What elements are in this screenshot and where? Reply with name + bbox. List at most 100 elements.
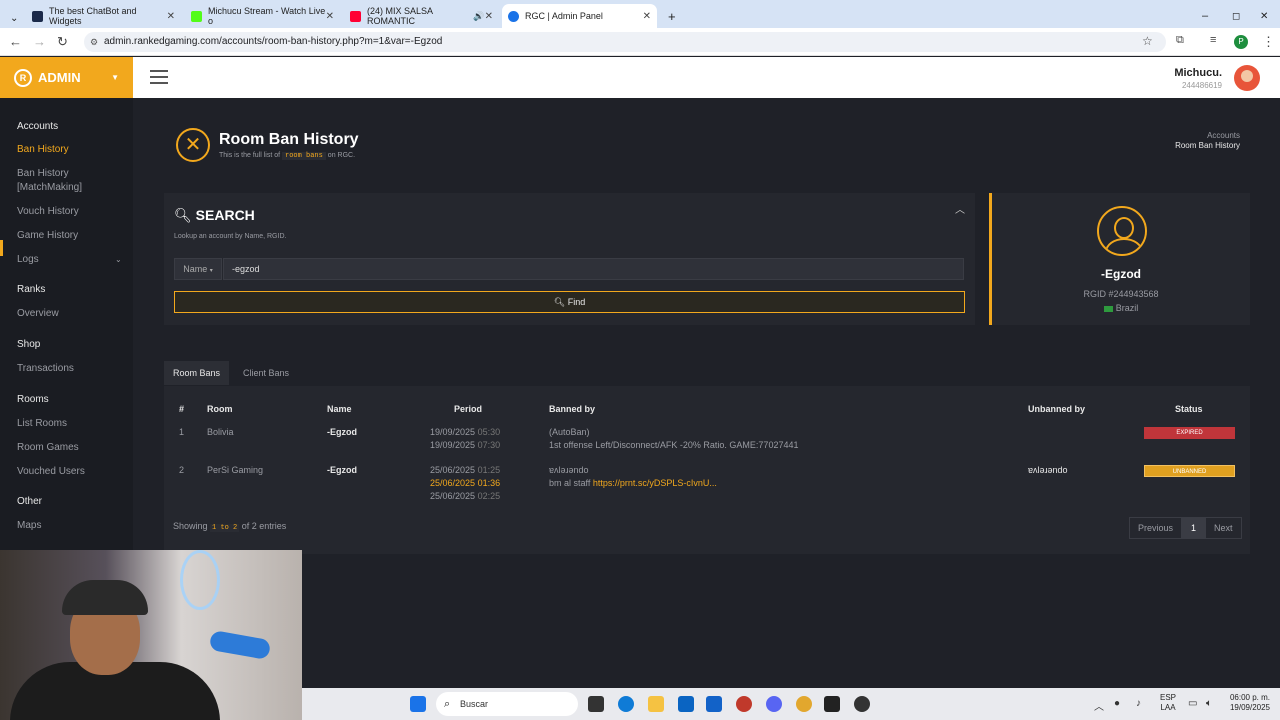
- tab-room-bans[interactable]: Room Bans: [164, 361, 230, 385]
- column-header-period[interactable]: Period: [454, 404, 482, 414]
- profile-avatar-icon[interactable]: P: [1234, 35, 1248, 49]
- column-header-status[interactable]: Status: [1175, 404, 1203, 414]
- sidebar-section-shop: Shop: [17, 339, 41, 350]
- close-icon[interactable]: ✕: [326, 11, 334, 22]
- cell-period: 25/06/2025 01:25 25/06/2025 01:36 25/06/…: [430, 464, 500, 503]
- breadcrumb-item-accounts[interactable]: Accounts: [1175, 131, 1240, 141]
- subtitle-code: room bans: [282, 152, 326, 160]
- period-end: 19/09/2025 07:30: [430, 439, 500, 452]
- browser-tab-chatbot[interactable]: The best ChatBot and Widgets ✕: [26, 4, 181, 28]
- tab-title: Michucu Stream - Watch Live o: [208, 6, 326, 26]
- outlook-icon[interactable]: [678, 696, 694, 712]
- reload-icon[interactable]: ↻: [57, 34, 68, 50]
- column-header-banned-by[interactable]: Banned by: [549, 404, 595, 414]
- search-panel: 🔍︎ SEARCH Lookup an account by Name, RGI…: [164, 193, 975, 325]
- browser-tab-admin[interactable]: RGC | Admin Panel ✕: [502, 4, 657, 28]
- sidebar-item-maps[interactable]: Maps: [17, 519, 41, 533]
- file-explorer-icon[interactable]: [648, 696, 664, 712]
- close-icon[interactable]: ✕: [643, 11, 651, 22]
- game-icon[interactable]: [824, 696, 840, 712]
- obs-icon[interactable]: [854, 696, 870, 712]
- kebab-menu-icon[interactable]: ⋮: [1262, 34, 1275, 50]
- cell-room: PerSi Gaming: [207, 465, 264, 475]
- discord-icon[interactable]: [766, 696, 782, 712]
- maximize-icon[interactable]: ◻: [1226, 4, 1246, 28]
- next-page-button[interactable]: Next: [1205, 517, 1242, 539]
- sidebar-item-overview[interactable]: Overview: [17, 307, 59, 321]
- chevron-up-icon[interactable]: ︿: [1094, 698, 1104, 713]
- window-close-icon[interactable]: ✕: [1254, 4, 1274, 28]
- forward-arrow-icon[interactable]: →: [33, 34, 46, 49]
- tab-client-bans[interactable]: Client Bans: [234, 361, 298, 385]
- chrome-icon[interactable]: [796, 696, 812, 712]
- close-icon[interactable]: ✕: [167, 11, 175, 22]
- column-header-room[interactable]: Room: [207, 404, 233, 414]
- search-title: 🔍︎ SEARCH: [174, 207, 255, 224]
- task-view-icon[interactable]: [588, 696, 604, 712]
- dropdown-label: Name: [183, 264, 208, 274]
- windows-start-icon[interactable]: [410, 696, 426, 712]
- search-input[interactable]: -egzod: [223, 258, 964, 280]
- media-control-icon[interactable]: ≡: [1210, 34, 1216, 46]
- entries-text: Showing: [173, 521, 208, 531]
- sidebar-item-logs[interactable]: Logs: [17, 253, 39, 267]
- chevron-down-icon[interactable]: ⌄: [115, 253, 122, 267]
- search-field-type-dropdown[interactable]: Name ▾: [174, 258, 222, 280]
- chatbot-favicon-icon: [32, 10, 43, 22]
- column-header-number[interactable]: #: [179, 404, 184, 414]
- sidebar-section-ranks: Ranks: [17, 284, 46, 295]
- app-icon[interactable]: [736, 696, 752, 712]
- extensions-puzzle-icon[interactable]: ⧉: [1176, 34, 1184, 47]
- sidebar-item-ban-history-matchmaking[interactable]: Ban History [MatchMaking]: [17, 167, 97, 195]
- previous-page-button[interactable]: Previous: [1129, 517, 1183, 539]
- column-header-name[interactable]: Name: [327, 404, 352, 414]
- sidebar-item-ban-history[interactable]: Ban History: [17, 143, 69, 157]
- sidebar-item-vouch-history[interactable]: Vouch History: [17, 205, 79, 219]
- tab-list-dropdown[interactable]: ⌄: [4, 6, 24, 30]
- volume-icon[interactable]: 🔈︎: [1206, 698, 1212, 709]
- language-code: ESP: [1160, 693, 1177, 702]
- cell-player-name[interactable]: -Egzod: [327, 426, 357, 439]
- ban-reason: 1st offense Left/Disconnect/AFK -20% Rat…: [549, 440, 799, 450]
- bookmark-star-icon[interactable]: ☆: [1142, 34, 1153, 48]
- page-1-button[interactable]: 1: [1182, 517, 1206, 539]
- audio-playing-icon[interactable]: 🔊: [473, 11, 484, 22]
- close-icon[interactable]: ✕: [485, 11, 493, 22]
- profile-rgid: RGID #244943568: [1083, 289, 1159, 299]
- sidebar-section-other: Other: [17, 496, 43, 507]
- browser-tab-youtube[interactable]: (24) MIX SALSA ROMANTIC 🔊 ✕: [344, 4, 499, 28]
- site-info-icon[interactable]: ⚙: [90, 32, 98, 52]
- tab-title: (24) MIX SALSA ROMANTIC: [367, 6, 433, 26]
- network-icon[interactable]: ▭: [1188, 698, 1197, 709]
- edge-icon[interactable]: [618, 696, 634, 712]
- clock[interactable]: 06:00 p. m. 19/09/2025: [1230, 693, 1270, 713]
- cell-player-name[interactable]: -Egzod: [327, 464, 357, 477]
- avatar[interactable]: [1234, 65, 1260, 91]
- column-header-unbanned-by[interactable]: Unbanned by: [1028, 404, 1085, 414]
- store-icon[interactable]: [706, 696, 722, 712]
- back-arrow-icon[interactable]: ←: [9, 34, 22, 49]
- pagination: Previous 1 Next: [1129, 517, 1242, 539]
- hamburger-menu-icon[interactable]: [150, 70, 168, 84]
- sidebar-item-game-history[interactable]: Game History: [17, 229, 78, 243]
- new-tab-button[interactable]: +: [662, 4, 682, 28]
- sidebar-item-vouched-users[interactable]: Vouched Users: [17, 465, 85, 479]
- tray-app-icon[interactable]: ●: [1114, 698, 1120, 709]
- sidebar-item-transactions[interactable]: Transactions: [17, 362, 74, 376]
- chevron-up-icon[interactable]: ︿: [955, 201, 965, 216]
- admin-brand-dropdown[interactable]: R ADMIN ▼: [0, 57, 133, 98]
- microphone-icon[interactable]: ♪: [1136, 698, 1141, 709]
- user-info[interactable]: Michucu. 244486619: [1174, 67, 1222, 90]
- taskbar-search[interactable]: ⌕ Buscar: [436, 692, 578, 716]
- find-button[interactable]: 🔍︎ Find: [174, 291, 965, 313]
- kick-favicon-icon: [191, 10, 202, 22]
- ban-reason-link[interactable]: https://prnt.sc/yDSPLS-cIvnU...: [593, 478, 717, 488]
- language-indicator[interactable]: ESP LAA: [1160, 693, 1176, 713]
- sidebar-item-room-games[interactable]: Room Games: [17, 441, 79, 455]
- address-bar[interactable]: ⚙ admin.rankedgaming.com/accounts/room-b…: [84, 32, 1166, 52]
- sidebar-item-list-rooms[interactable]: List Rooms: [17, 417, 67, 431]
- profile-country: Brazil: [992, 303, 1250, 313]
- person-cap: [62, 580, 148, 615]
- minimize-icon[interactable]: –: [1196, 4, 1214, 28]
- browser-tab-kick[interactable]: Michucu Stream - Watch Live o ✕: [185, 4, 340, 28]
